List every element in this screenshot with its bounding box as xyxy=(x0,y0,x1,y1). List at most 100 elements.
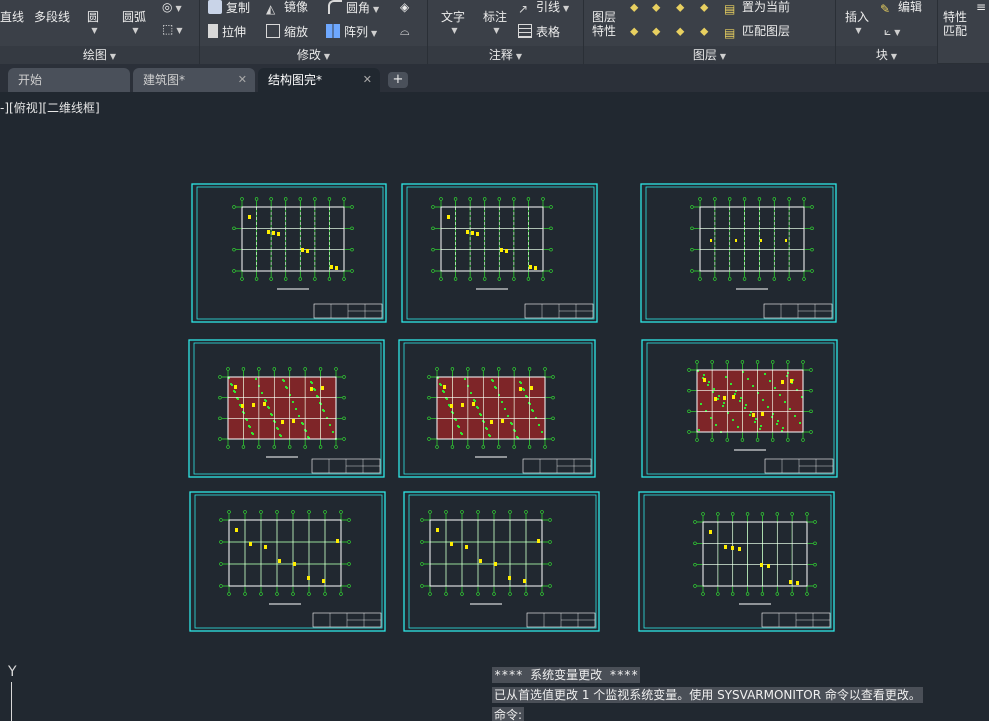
layer-tool-icon[interactable]: ⬥ xyxy=(700,0,708,14)
ucs-y-label: Y xyxy=(8,664,17,680)
column-mark xyxy=(476,232,479,236)
column-mark xyxy=(292,419,295,423)
polyline-button[interactable]: 多段线 xyxy=(34,10,70,24)
ucs-y-axis xyxy=(11,682,12,721)
layer-properties-button[interactable]: 图层 特性 xyxy=(590,10,618,38)
tab-architecture[interactable]: 建筑图* ✕ xyxy=(133,68,255,92)
layer-properties-label-2: 特性 xyxy=(591,24,616,38)
annotation-panel-title[interactable]: 注释 ▼ xyxy=(428,46,583,64)
scale-icon xyxy=(266,24,280,38)
title-block xyxy=(764,458,834,474)
layer-tool-icon[interactable]: ⬥ xyxy=(652,0,660,14)
sheet-outer-frame xyxy=(641,339,838,478)
command-history-line-1: **** 系统变量更改 **** xyxy=(492,667,641,683)
fillet-label: 圆角 xyxy=(346,1,371,15)
array-button[interactable]: 阵列 ▼ xyxy=(326,24,377,41)
drawing-sheet xyxy=(188,339,385,478)
sheet-outer-frame xyxy=(401,183,598,323)
tab-start[interactable]: 开始 xyxy=(8,68,130,92)
edit-block-button[interactable]: ✎ 编辑 xyxy=(880,0,922,16)
column-mark xyxy=(760,563,763,567)
insert-block-button[interactable]: 插入 ▼ xyxy=(842,10,872,38)
plan-outline xyxy=(440,206,544,272)
modify-panel-title[interactable]: 修改 ▼ xyxy=(200,46,427,64)
solid-icon[interactable]: ◈ xyxy=(400,0,409,14)
ribbon: 直线 多段线 圆 ▼ 圆弧 ▼ ◎ ▼ ⬚ ▼ 绘图 ▼ 复制 ◭ 镜像 圆角 … xyxy=(0,0,989,64)
column-mark xyxy=(248,215,251,219)
leader-button[interactable]: ↗ 引线 ▼ xyxy=(518,0,569,16)
copy-button[interactable]: 复制 xyxy=(208,0,250,15)
dimension-button[interactable]: 标注 ▼ xyxy=(480,10,510,38)
text-button[interactable]: 文字 ▼ xyxy=(438,10,468,38)
match-layer-icon: ▤ xyxy=(724,26,736,40)
column-mark xyxy=(461,403,464,407)
annotation-panel: 文字 ▼ 标注 ▼ ↗ 引线 ▼ 表格 注释 ▼ xyxy=(428,0,584,64)
layer-tool-icon[interactable]: ⬥ xyxy=(652,24,660,38)
arc-button[interactable]: 圆弧 ▼ xyxy=(120,10,148,38)
draw-panel: 直线 多段线 圆 ▼ 圆弧 ▼ ◎ ▼ ⬚ ▼ 绘图 ▼ xyxy=(0,0,200,64)
sheet-inner-frame xyxy=(403,342,593,475)
match-layer-button[interactable]: ▤ 匹配图层 xyxy=(724,24,790,40)
stretch-icon xyxy=(208,24,218,38)
scale-label: 缩放 xyxy=(284,25,309,39)
column-mark xyxy=(335,266,338,270)
close-icon[interactable]: ✕ xyxy=(238,68,247,92)
mirror-button[interactable]: ◭ 镜像 xyxy=(266,0,308,16)
fillet-button[interactable]: 圆角 ▼ xyxy=(328,0,379,17)
tab-structure[interactable]: 结构图完* ✕ xyxy=(258,68,380,92)
layers-panel-title[interactable]: 图层 ▼ xyxy=(584,46,835,64)
stretch-button[interactable]: 拉伸 xyxy=(208,24,246,39)
column-mark xyxy=(264,545,267,549)
layer-tool-icon[interactable]: ⬥ xyxy=(676,0,684,14)
sheet-inner-frame xyxy=(193,342,382,475)
block-attribute-icon[interactable]: ⟀ ▼ xyxy=(884,24,900,40)
column-mark xyxy=(278,559,281,563)
column-mark xyxy=(760,239,762,242)
autocad-window: 直线 多段线 圆 ▼ 圆弧 ▼ ◎ ▼ ⬚ ▼ 绘图 ▼ 复制 ◭ 镜像 圆角 … xyxy=(0,0,989,721)
column-mark xyxy=(241,404,244,408)
column-mark xyxy=(519,387,522,391)
layer-tool-icon[interactable]: ⬥ xyxy=(676,24,684,38)
layer-tool-icon[interactable]: ⬥ xyxy=(630,0,638,14)
fillet-icon xyxy=(328,0,342,14)
line-button[interactable]: 直线 xyxy=(0,10,24,24)
rectangle-icon[interactable]: ⬚ ▼ xyxy=(162,22,183,38)
drawing-sheet xyxy=(640,183,837,323)
column-mark xyxy=(450,542,453,546)
column-mark xyxy=(277,232,280,236)
slab-hatch xyxy=(697,370,803,432)
column-mark xyxy=(322,579,325,583)
match-properties-button[interactable]: 特性 匹配 xyxy=(940,10,970,38)
column-mark xyxy=(738,547,741,551)
layer-properties-label-1: 图层 xyxy=(591,10,616,24)
offset-icon[interactable]: ⌓ xyxy=(400,24,410,38)
layers-panel: 图层 特性 ⬥ ⬥ ⬥ ⬥ ▤ 置为当前 ⬥ ⬥ ⬥ ⬥ ▤ 匹配图层 图层 ▼ xyxy=(584,0,836,64)
viewport-controls[interactable]: -][俯视][二维线框] xyxy=(0,99,100,116)
close-icon[interactable]: ✕ xyxy=(363,68,372,92)
sheet-inner-frame xyxy=(194,494,383,629)
column-mark xyxy=(263,402,266,406)
column-mark xyxy=(714,397,717,401)
draw-panel-title[interactable]: 绘图 ▼ xyxy=(0,46,199,64)
column-mark xyxy=(252,403,255,407)
layer-tool-icon[interactable]: ⬥ xyxy=(700,24,708,38)
new-tab-button[interactable]: + xyxy=(388,72,408,88)
tool-icon[interactable]: ◎ ▼ xyxy=(162,0,182,16)
column-mark xyxy=(321,386,324,390)
circle-button[interactable]: 圆 ▼ xyxy=(82,10,104,38)
column-mark xyxy=(732,395,735,399)
title-block xyxy=(761,612,831,628)
make-current-button[interactable]: ▤ 置为当前 xyxy=(724,0,790,16)
table-button[interactable]: 表格 xyxy=(518,24,560,39)
scale-button[interactable]: 缩放 xyxy=(266,24,308,39)
column-mark xyxy=(789,580,792,584)
slab-hatch xyxy=(437,377,545,439)
block-panel-title[interactable]: 块 ▼ xyxy=(836,46,937,64)
menu-icon[interactable]: ≡ xyxy=(976,0,986,14)
layer-tool-icon[interactable]: ⬥ xyxy=(630,24,638,38)
command-prompt[interactable]: 命令: xyxy=(492,707,525,721)
chevron-down-icon: ▼ xyxy=(493,26,500,35)
modify-title-text: 修改 xyxy=(296,48,321,62)
sheet-outer-frame xyxy=(398,339,596,478)
title-block xyxy=(311,458,381,474)
